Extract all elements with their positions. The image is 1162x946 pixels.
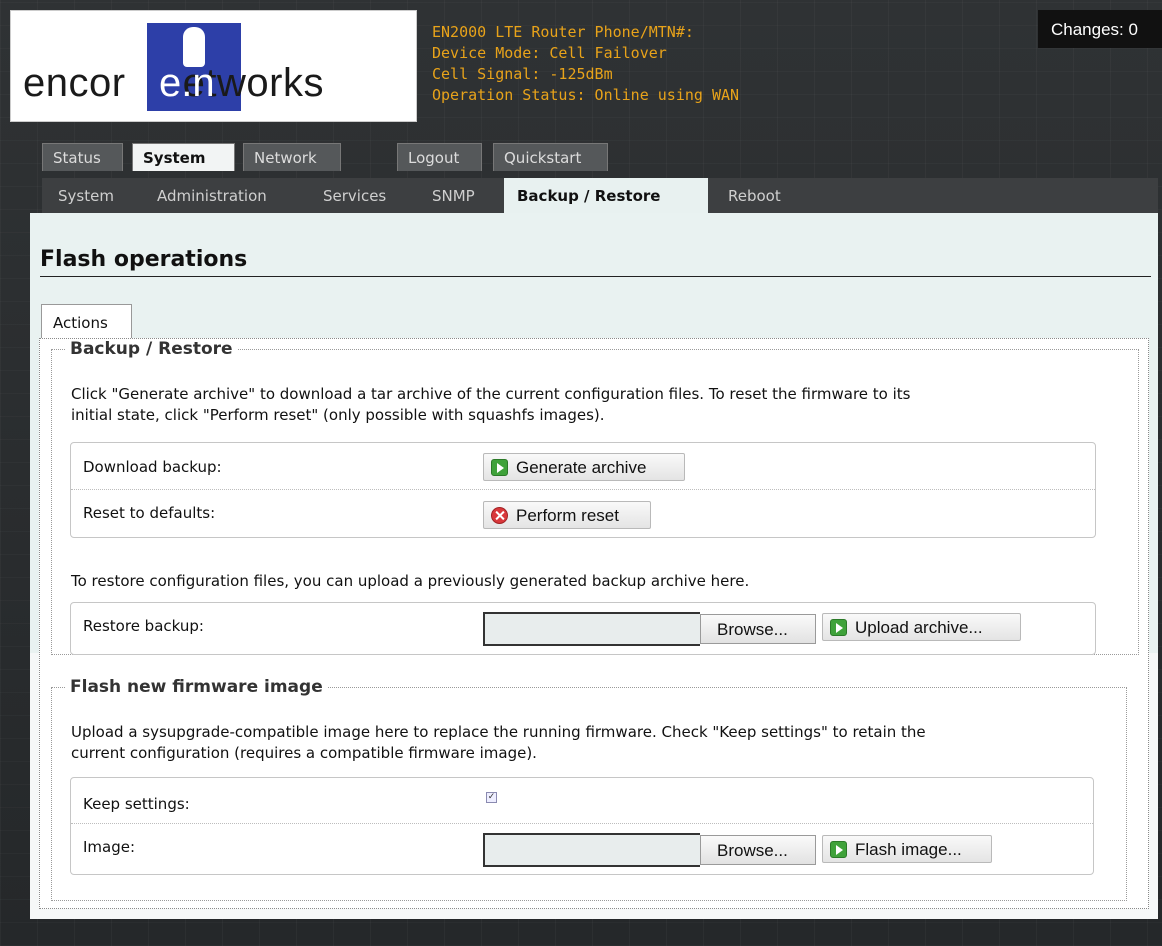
backup-description: Click "Generate archive" to download a t… bbox=[71, 384, 910, 426]
changes-indicator[interactable]: Changes: 0 bbox=[1038, 10, 1162, 48]
page-title: Flash operations bbox=[40, 247, 248, 272]
upload-archive-button[interactable]: Upload archive... bbox=[822, 613, 1021, 641]
image-file-input[interactable] bbox=[483, 833, 700, 867]
subtab-snmp[interactable]: SNMP bbox=[432, 178, 475, 213]
play-icon bbox=[491, 459, 508, 476]
tab-system[interactable]: System bbox=[132, 143, 235, 171]
flash-image-label: Flash image... bbox=[855, 840, 962, 859]
play-icon bbox=[830, 619, 847, 636]
tab-quickstart[interactable]: Quickstart bbox=[493, 143, 608, 171]
image-label: Image: bbox=[83, 838, 136, 856]
firmware-table: Keep settings: ✓ Image: Browse... Flash … bbox=[70, 777, 1094, 875]
title-divider bbox=[40, 276, 1151, 277]
tab-network[interactable]: Network bbox=[243, 143, 341, 171]
main-panel: Flash operations Actions Backup / Restor… bbox=[30, 213, 1158, 919]
encore-networks-logo: encore.networks e.n bbox=[10, 10, 417, 122]
download-backup-label: Download backup: bbox=[83, 458, 222, 476]
actions-panel: Backup / Restore Click "Generate archive… bbox=[39, 338, 1149, 909]
subtab-system[interactable]: System bbox=[58, 178, 114, 213]
keep-settings-checkbox[interactable]: ✓ bbox=[486, 792, 497, 803]
sub-tabs: System Administration Services SNMP Back… bbox=[42, 178, 1158, 213]
backup-restore-legend: Backup / Restore bbox=[70, 339, 233, 359]
flash-firmware-legend: Flash new firmware image bbox=[70, 677, 323, 697]
backup-table: Download backup: Generate archive Reset … bbox=[70, 442, 1096, 538]
flash-firmware-section: Flash new firmware image Upload a sysupg… bbox=[51, 677, 1127, 901]
device-info-line: Device Mode: Cell Failover bbox=[432, 44, 667, 62]
reset-x-icon bbox=[491, 507, 508, 524]
row-divider bbox=[71, 823, 1093, 825]
reset-defaults-label: Reset to defaults: bbox=[83, 504, 216, 522]
firmware-description: Upload a sysupgrade-compatible image her… bbox=[71, 722, 926, 764]
subtab-reboot[interactable]: Reboot bbox=[728, 178, 781, 213]
flash-image-button[interactable]: Flash image... bbox=[822, 835, 992, 863]
image-browse-button[interactable]: Browse... bbox=[700, 835, 816, 865]
firmware-description-line: Upload a sysupgrade-compatible image her… bbox=[71, 723, 926, 741]
tab-status[interactable]: Status bbox=[42, 143, 123, 171]
subtab-services[interactable]: Services bbox=[323, 178, 386, 213]
row-divider bbox=[71, 489, 1095, 491]
device-info-line: Cell Signal: -125dBm bbox=[432, 65, 613, 83]
generate-archive-button[interactable]: Generate archive bbox=[483, 453, 685, 481]
backup-restore-section: Backup / Restore Click "Generate archive… bbox=[51, 339, 1139, 655]
generate-archive-label: Generate archive bbox=[516, 458, 647, 477]
backup-description-line: Click "Generate archive" to download a t… bbox=[71, 385, 911, 403]
subtab-administration[interactable]: Administration bbox=[157, 178, 267, 213]
keep-settings-label: Keep settings: bbox=[83, 795, 190, 813]
device-info: EN2000 LTE Router Phone/MTN#: Device Mod… bbox=[432, 22, 739, 106]
play-icon bbox=[830, 841, 847, 858]
perform-reset-label: Perform reset bbox=[516, 506, 619, 525]
restore-table: Restore backup: Browse... Upload archive… bbox=[70, 602, 1096, 655]
restore-description: To restore configuration files, you can … bbox=[71, 572, 750, 590]
perform-reset-button[interactable]: Perform reset bbox=[483, 501, 651, 529]
device-info-line: EN2000 LTE Router Phone/MTN#: bbox=[432, 23, 694, 41]
restore-backup-label: Restore backup: bbox=[83, 617, 204, 635]
upload-archive-label: Upload archive... bbox=[855, 618, 983, 637]
subtab-backup-restore[interactable]: Backup / Restore bbox=[504, 178, 708, 213]
device-info-line: Operation Status: Online using WAN bbox=[432, 86, 740, 104]
tab-logout[interactable]: Logout bbox=[397, 143, 482, 171]
restore-file-input[interactable] bbox=[483, 612, 700, 646]
restore-browse-button[interactable]: Browse... bbox=[700, 614, 816, 644]
tab-actions[interactable]: Actions bbox=[41, 304, 132, 339]
backup-description-line: initial state, click "Perform reset" (on… bbox=[71, 406, 605, 424]
firmware-description-line: current configuration (requires a compat… bbox=[71, 744, 537, 762]
logo-text-mid: e.n bbox=[159, 61, 215, 105]
